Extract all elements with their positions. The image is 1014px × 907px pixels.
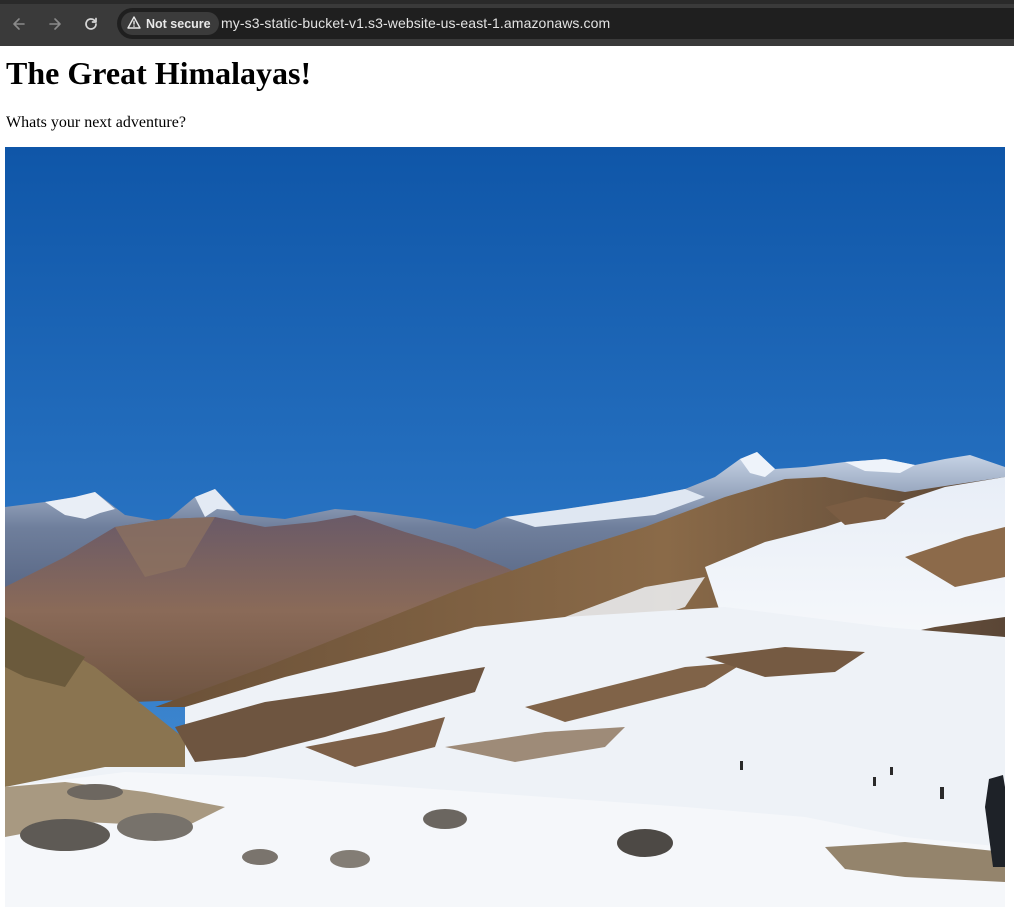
security-indicator[interactable]: Not secure <box>121 12 219 35</box>
url-text[interactable]: my-s3-static-bucket-v1.s3-website-us-eas… <box>221 15 610 31</box>
reload-icon <box>83 16 99 32</box>
reload-button[interactable] <box>79 12 103 36</box>
security-label: Not secure <box>146 16 211 31</box>
page-subtitle: Whats your next adventure? <box>6 114 186 131</box>
tab-strip-edge <box>0 0 1014 4</box>
address-bar[interactable]: Not secure my-s3-static-bucket-v1.s3-web… <box>117 8 1014 39</box>
page-heading: The Great Himalayas! <box>6 55 312 91</box>
forward-button[interactable] <box>43 12 67 36</box>
back-button[interactable] <box>7 12 31 36</box>
warning-triangle-icon <box>127 15 141 32</box>
arrow-left-icon <box>11 16 27 32</box>
himalaya-landscape-image <box>5 147 1005 907</box>
arrow-right-icon <box>47 16 63 32</box>
browser-toolbar: Not secure my-s3-static-bucket-v1.s3-web… <box>0 0 1014 46</box>
